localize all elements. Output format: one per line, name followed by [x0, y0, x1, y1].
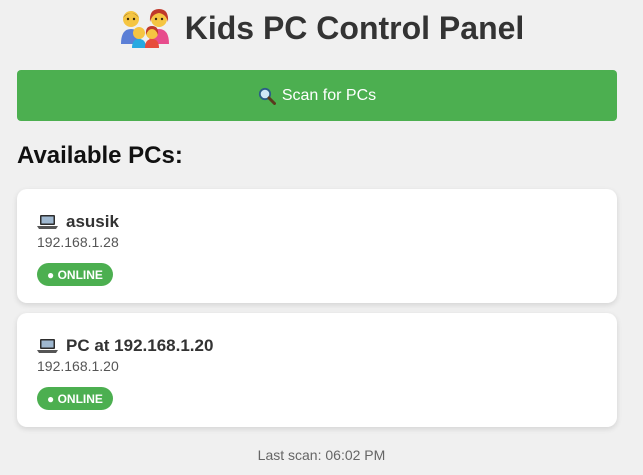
laptop-icon: [37, 339, 58, 353]
pc-name: PC at 192.168.1.20: [66, 336, 214, 355]
last-scan-time: Last scan: 06:02 PM: [257, 447, 386, 463]
family-icon: [120, 9, 169, 48]
pc-name-row: asusik: [37, 211, 597, 233]
pc-ip-address: 192.168.1.28: [37, 234, 119, 250]
status-badge: ● ONLINE: [37, 387, 113, 410]
pc-name: asusik: [66, 212, 119, 231]
pc-name-row: PC at 192.168.1.20: [37, 335, 597, 357]
section-heading: Available PCs:: [17, 142, 183, 169]
page-header: Kids PC Control Panel: [0, 6, 643, 50]
status-badge: ● ONLINE: [37, 263, 113, 286]
scan-button[interactable]: Scan for PCs: [17, 70, 617, 121]
magnifier-icon: [258, 87, 276, 105]
pc-card[interactable]: asusik 192.168.1.28 ● ONLINE: [17, 189, 617, 303]
pc-card[interactable]: PC at 192.168.1.20 192.168.1.20 ● ONLINE: [17, 313, 617, 427]
page-title: Kids PC Control Panel: [184, 9, 525, 46]
pc-ip-address: 192.168.1.20: [37, 358, 119, 374]
laptop-icon: [37, 215, 58, 229]
scan-button-label: Scan for PCs: [281, 86, 377, 104]
